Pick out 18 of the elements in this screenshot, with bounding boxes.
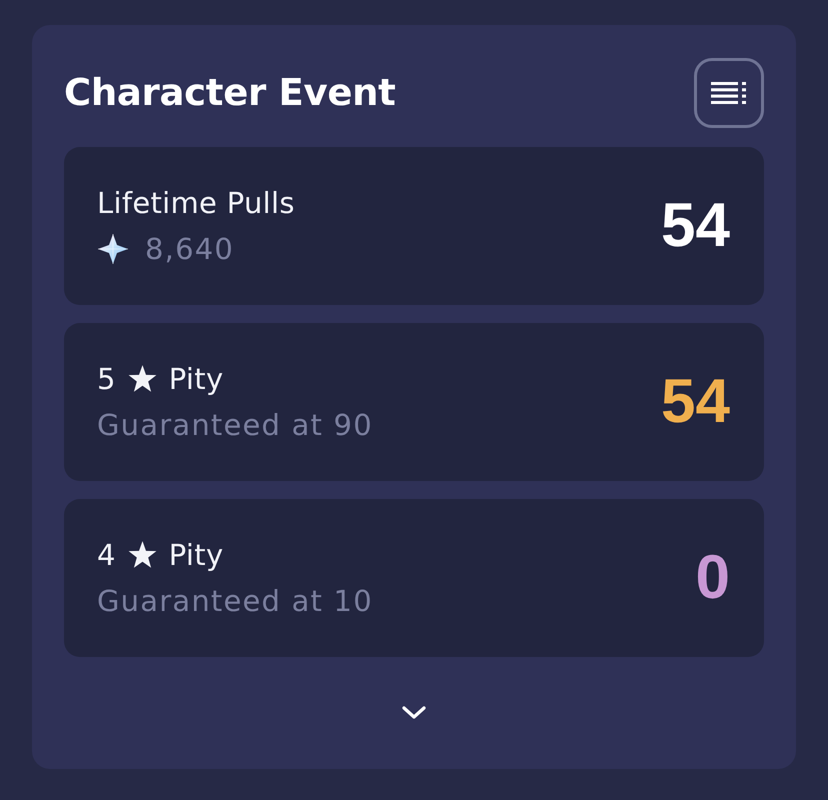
star-icon bbox=[128, 365, 157, 393]
stat-label: Lifetime Pulls bbox=[97, 185, 295, 221]
stat-label: Pity bbox=[168, 361, 224, 397]
card-title: Character Event bbox=[64, 70, 396, 116]
pull-count: 0 bbox=[696, 547, 730, 609]
pity-note: Guaranteed at 90 bbox=[97, 407, 373, 443]
rarity-number: 4 bbox=[97, 537, 116, 573]
stat-label: Pity bbox=[168, 537, 224, 573]
pull-count: 54 bbox=[661, 371, 730, 433]
pity-note: Guaranteed at 10 bbox=[97, 583, 373, 619]
pull-count: 54 bbox=[661, 195, 730, 257]
list-menu-button[interactable] bbox=[694, 58, 764, 128]
rarity-number: 5 bbox=[97, 361, 116, 397]
chevron-down-icon bbox=[402, 706, 426, 720]
primogem-icon bbox=[98, 234, 128, 264]
list-icon bbox=[711, 82, 747, 104]
currency-amount: 8,640 bbox=[145, 231, 234, 267]
star-icon bbox=[128, 541, 157, 569]
